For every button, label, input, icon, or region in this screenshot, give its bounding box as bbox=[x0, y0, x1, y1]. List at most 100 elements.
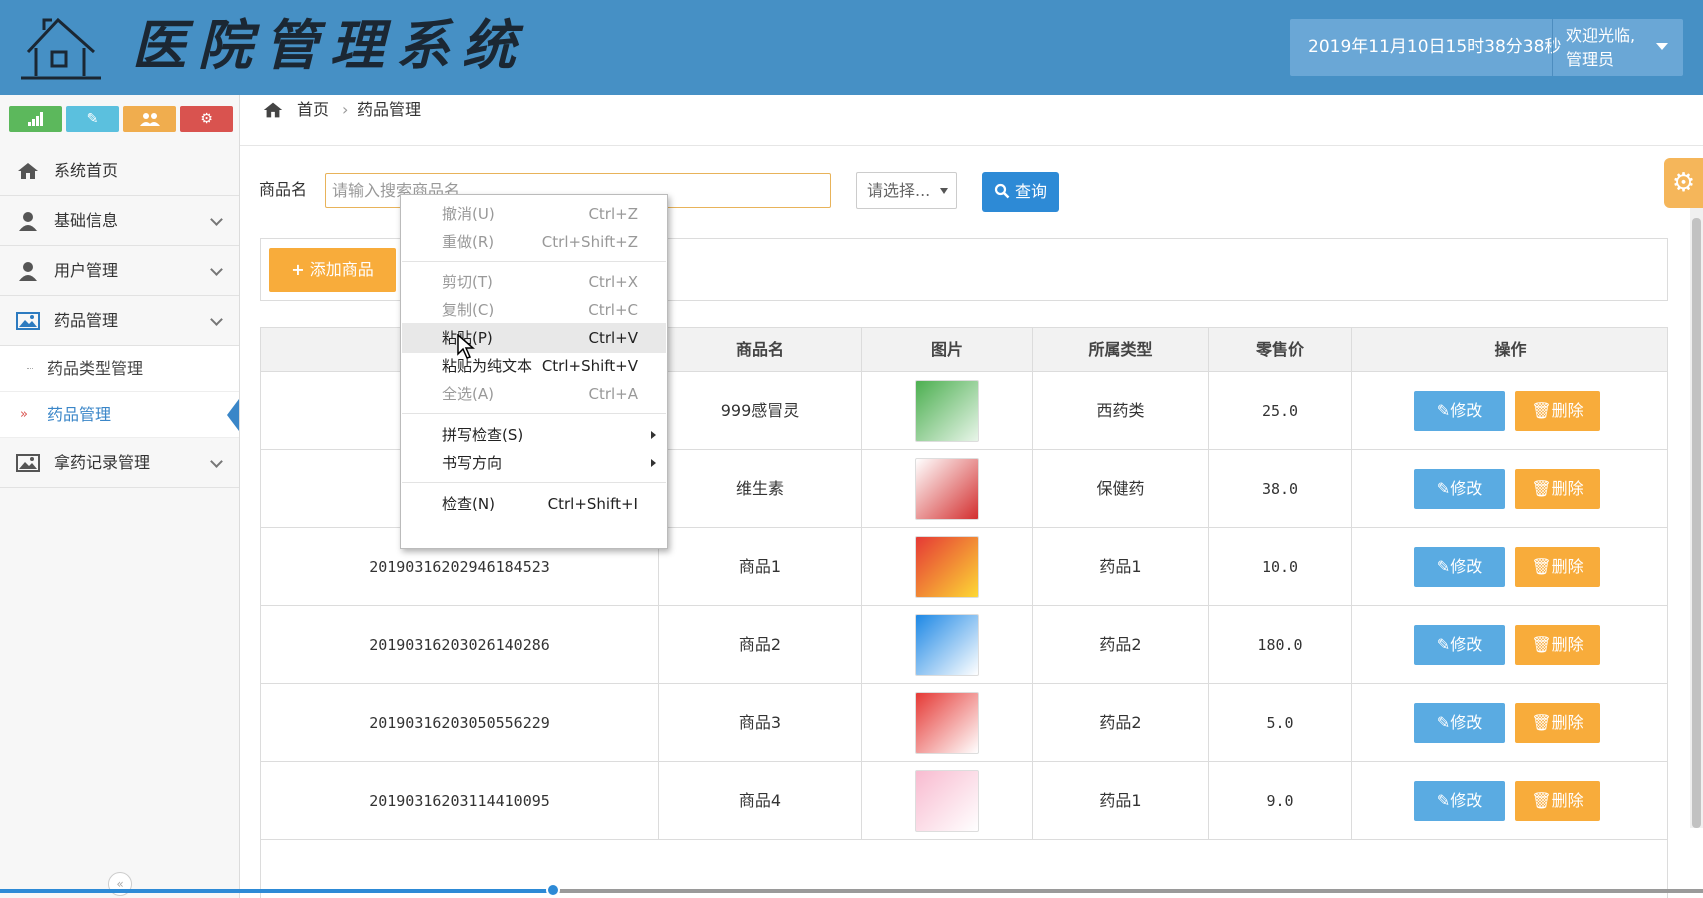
product-image bbox=[915, 770, 979, 832]
menu-item-label: 撤消(U) bbox=[442, 205, 495, 223]
sidebar: ✎ ⚙ 系统首页 基础信息 用户管理 药品管理 药品类型管理 » 药品管理 拿药… bbox=[0, 95, 240, 898]
menu-item-shortcut: Ctrl+A bbox=[588, 385, 638, 403]
cell-name: 商品3 bbox=[659, 684, 862, 762]
delete-button[interactable]: 🗑删除 bbox=[1515, 781, 1600, 821]
delete-label: 删除 bbox=[1551, 557, 1584, 576]
menu-item-label: 书写方向 bbox=[442, 454, 503, 472]
context-menu-item[interactable]: 拼写检查(S) bbox=[402, 420, 666, 450]
chevron-down-icon bbox=[210, 263, 223, 276]
cell-price: 9.0 bbox=[1209, 762, 1352, 840]
context-menu-item[interactable]: 检查(N) Ctrl+Shift+I bbox=[402, 489, 666, 519]
chevron-right-icon bbox=[651, 459, 656, 467]
cell-name: 维生素 bbox=[659, 450, 862, 528]
chevron-down-icon bbox=[210, 213, 223, 226]
home-icon bbox=[18, 163, 38, 179]
cell-name: 商品1 bbox=[659, 528, 862, 606]
cell-type: 药品1 bbox=[1033, 762, 1209, 840]
cell-price: 25.0 bbox=[1209, 372, 1352, 450]
edit-icon: ✎ bbox=[1436, 479, 1451, 498]
caret-down-icon[interactable] bbox=[1656, 43, 1668, 50]
mouse-cursor-icon bbox=[457, 334, 475, 359]
sidebar-item-label: 用户管理 bbox=[54, 261, 119, 280]
delete-label: 删除 bbox=[1551, 635, 1584, 654]
edit-button[interactable]: ✎修改 bbox=[1414, 625, 1505, 665]
context-menu-item[interactable]: 全选(A) Ctrl+A bbox=[402, 379, 666, 409]
type-select[interactable]: 请选择... bbox=[856, 172, 957, 209]
home-icon bbox=[263, 102, 283, 118]
cell-id: 20190316203114410095 bbox=[261, 762, 659, 840]
menu-item-label: 拼写检查(S) bbox=[442, 426, 524, 444]
column-header-type: 所属类型 bbox=[1033, 328, 1209, 372]
sidebar-item-drugs[interactable]: 药品管理 bbox=[0, 296, 239, 346]
current-datetime: 2019年11月10日15时38分38秒 bbox=[1308, 37, 1562, 57]
context-menu-item[interactable]: 重做(R) Ctrl+Shift+Z bbox=[402, 227, 666, 257]
delete-button[interactable]: 🗑删除 bbox=[1515, 391, 1600, 431]
sidebar-item-home[interactable]: 系统首页 bbox=[0, 146, 239, 196]
chevron-down-icon bbox=[210, 455, 223, 468]
delete-button[interactable]: 🗑删除 bbox=[1515, 547, 1600, 587]
column-header-price: 零售价 bbox=[1209, 328, 1352, 372]
context-menu-item[interactable]: 复制(C) Ctrl+C bbox=[402, 295, 666, 325]
product-image bbox=[915, 458, 979, 520]
sidebar-item-pickup-records[interactable]: 拿药记录管理 bbox=[0, 438, 239, 488]
menu-item-shortcut: Ctrl+C bbox=[588, 301, 638, 319]
scrollbar-thumb[interactable] bbox=[1692, 218, 1701, 828]
sidebar-item-label: 系统首页 bbox=[54, 161, 119, 180]
context-menu-item[interactable]: 剪切(T) Ctrl+X bbox=[402, 267, 666, 297]
chevron-right-icon bbox=[651, 431, 656, 439]
table-row: 20190316203050556229 商品3 药品2 5.0 ✎修改 🗑删除 bbox=[261, 684, 1667, 762]
user-menu[interactable]: 欢迎光临, 管理员 bbox=[1566, 24, 1646, 72]
bar-chart-icon[interactable] bbox=[9, 106, 62, 132]
edit-button[interactable]: ✎修改 bbox=[1414, 391, 1505, 431]
delete-button[interactable]: 🗑删除 bbox=[1515, 703, 1600, 743]
welcome-text: 欢迎光临, bbox=[1566, 26, 1636, 45]
cell-image bbox=[862, 372, 1033, 450]
context-menu-item[interactable]: 书写方向 bbox=[402, 448, 666, 478]
edit-button[interactable]: ✎修改 bbox=[1414, 469, 1505, 509]
edit-button[interactable]: ✎修改 bbox=[1414, 547, 1505, 587]
menu-item-label: 剪切(T) bbox=[442, 273, 493, 291]
pencil-icon[interactable]: ✎ bbox=[66, 106, 119, 132]
cell-name: 商品2 bbox=[659, 606, 862, 684]
breadcrumb-home-link[interactable]: 首页 bbox=[297, 98, 329, 122]
active-arrow-icon: » bbox=[20, 407, 28, 422]
menu-item-shortcut: Ctrl+Shift+V bbox=[541, 357, 638, 375]
context-menu-item[interactable]: 撤消(U) Ctrl+Z bbox=[402, 199, 666, 229]
breadcrumb-separator: › bbox=[342, 100, 349, 119]
add-label: 添加商品 bbox=[309, 260, 374, 279]
cell-type: 保健药 bbox=[1033, 450, 1209, 528]
sidebar-subitem-drug-types[interactable]: 药品类型管理 bbox=[0, 346, 239, 392]
scrollbar[interactable] bbox=[1690, 208, 1703, 828]
user-name: 管理员 bbox=[1566, 50, 1615, 69]
menu-item-label: 全选(A) bbox=[442, 385, 494, 403]
add-product-button[interactable]: + 添加商品 bbox=[269, 248, 396, 292]
query-label: 查询 bbox=[1015, 182, 1048, 201]
user-icon bbox=[19, 212, 37, 231]
context-menu-item[interactable]: 粘贴(P) Ctrl+V bbox=[402, 323, 666, 353]
sidebar-subitem-drugs[interactable]: » 药品管理 bbox=[0, 392, 239, 438]
sidebar-item-basic-info[interactable]: 基础信息 bbox=[0, 196, 239, 246]
edit-label: 修改 bbox=[1450, 401, 1483, 420]
context-menu-item[interactable]: 粘贴为纯文本 Ctrl+Shift+V bbox=[402, 351, 666, 381]
edit-label: 修改 bbox=[1450, 635, 1483, 654]
cell-image bbox=[862, 684, 1033, 762]
cell-price: 180.0 bbox=[1209, 606, 1352, 684]
image-icon bbox=[16, 454, 40, 472]
product-image bbox=[915, 536, 979, 598]
cell-actions: ✎修改 🗑删除 bbox=[1352, 528, 1667, 606]
sidebar-item-label: 拿药记录管理 bbox=[54, 453, 151, 472]
edit-button[interactable]: ✎修改 bbox=[1414, 781, 1505, 821]
settings-gear-icon[interactable]: ⚙ bbox=[1664, 158, 1703, 208]
edit-label: 修改 bbox=[1450, 713, 1483, 732]
delete-button[interactable]: 🗑删除 bbox=[1515, 625, 1600, 665]
cell-image bbox=[862, 528, 1033, 606]
edit-button[interactable]: ✎修改 bbox=[1414, 703, 1505, 743]
query-button[interactable]: 查询 bbox=[982, 172, 1059, 212]
sidebar-item-users[interactable]: 用户管理 bbox=[0, 246, 239, 296]
cell-image bbox=[862, 606, 1033, 684]
sidebar-item-label: 药品管理 bbox=[54, 311, 119, 330]
edit-icon: ✎ bbox=[1436, 401, 1451, 420]
users-icon[interactable] bbox=[123, 106, 176, 132]
cogs-icon[interactable]: ⚙ bbox=[180, 106, 233, 132]
delete-button[interactable]: 🗑删除 bbox=[1515, 469, 1600, 509]
